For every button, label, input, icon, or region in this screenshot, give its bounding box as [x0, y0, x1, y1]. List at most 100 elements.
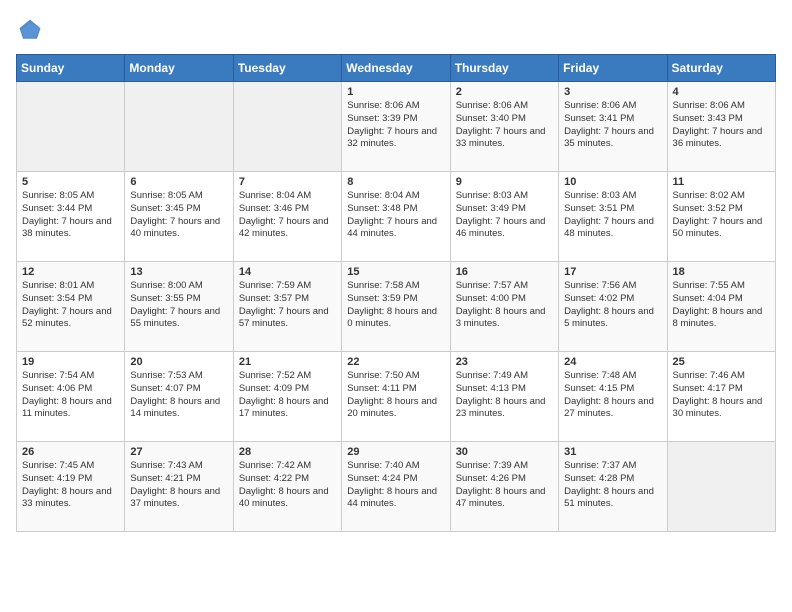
day-number: 9 — [456, 176, 553, 188]
header-row: SundayMondayTuesdayWednesdayThursdayFrid… — [17, 55, 776, 82]
day-number: 3 — [564, 86, 661, 98]
calendar-cell: 14 Sunrise: 7:59 AM Sunset: 3:57 PM Dayli… — [233, 262, 341, 352]
calendar-cell: 15 Sunrise: 7:58 AM Sunset: 3:59 PM Dayli… — [342, 262, 450, 352]
cell-content: Sunrise: 8:00 AM Sunset: 3:55 PM Dayligh… — [130, 280, 227, 331]
calendar-cell: 3 Sunrise: 8:06 AM Sunset: 3:41 PM Daylig… — [559, 82, 667, 172]
day-number: 23 — [456, 356, 553, 368]
week-row-4: 26 Sunrise: 7:45 AM Sunset: 4:19 PM Dayli… — [17, 442, 776, 532]
calendar-body: 1 Sunrise: 8:06 AM Sunset: 3:39 PM Daylig… — [17, 82, 776, 532]
day-number: 11 — [673, 176, 770, 188]
day-number: 6 — [130, 176, 227, 188]
day-number: 26 — [22, 446, 119, 458]
cell-content: Sunrise: 7:58 AM Sunset: 3:59 PM Dayligh… — [347, 280, 444, 331]
cell-content: Sunrise: 7:42 AM Sunset: 4:22 PM Dayligh… — [239, 460, 336, 511]
calendar-cell: 20Sunrise: 7:53 AM Sunset: 4:07 PM Dayli… — [125, 352, 233, 442]
logo — [16, 16, 48, 44]
calendar-table: SundayMondayTuesdayWednesdayThursdayFrid… — [16, 54, 776, 532]
header-cell-sunday: Sunday — [17, 55, 125, 82]
calendar-cell: 22Sunrise: 7:50 AM Sunset: 4:11 PM Dayli… — [342, 352, 450, 442]
calendar-cell: 12 Sunrise: 8:01 AM Sunset: 3:54 PM Dayli… — [17, 262, 125, 352]
cell-content: Sunrise: 7:37 AM Sunset: 4:28 PM Dayligh… — [564, 460, 661, 511]
day-number: 16 — [456, 266, 553, 278]
header-cell-wednesday: Wednesday — [342, 55, 450, 82]
calendar-cell — [17, 82, 125, 172]
day-number: 30 — [456, 446, 553, 458]
cell-content: Sunrise: 7:48 AM Sunset: 4:15 PM Dayligh… — [564, 370, 661, 421]
day-number: 24 — [564, 356, 661, 368]
calendar-cell: 13 Sunrise: 8:00 AM Sunset: 3:55 PM Dayli… — [125, 262, 233, 352]
cell-content: Sunrise: 8:03 AM Sunset: 3:49 PM Dayligh… — [456, 190, 553, 241]
calendar-cell: 16Sunrise: 7:57 AM Sunset: 4:00 PM Dayli… — [450, 262, 558, 352]
day-number: 27 — [130, 446, 227, 458]
calendar-header: SundayMondayTuesdayWednesdayThursdayFrid… — [17, 55, 776, 82]
calendar-cell: 5Sunrise: 8:05 AM Sunset: 3:44 PM Daylig… — [17, 172, 125, 262]
calendar-cell: 24 Sunrise: 7:48 AM Sunset: 4:15 PM Dayli… — [559, 352, 667, 442]
cell-content: Sunrise: 8:06 AM Sunset: 3:39 PM Dayligh… — [347, 100, 444, 151]
cell-content: Sunrise: 8:02 AM Sunset: 3:52 PM Dayligh… — [673, 190, 770, 241]
cell-content: Sunrise: 7:39 AM Sunset: 4:26 PM Dayligh… — [456, 460, 553, 511]
calendar-cell: 21 Sunrise: 7:52 AM Sunset: 4:09 PM Dayli… — [233, 352, 341, 442]
calendar-cell: 25 Sunrise: 7:46 AM Sunset: 4:17 PM Dayli… — [667, 352, 775, 442]
day-number: 13 — [130, 266, 227, 278]
calendar-cell — [667, 442, 775, 532]
page-header — [16, 16, 776, 44]
week-row-1: 5Sunrise: 8:05 AM Sunset: 3:44 PM Daylig… — [17, 172, 776, 262]
calendar-cell: 26 Sunrise: 7:45 AM Sunset: 4:19 PM Dayli… — [17, 442, 125, 532]
cell-content: Sunrise: 7:49 AM Sunset: 4:13 PM Dayligh… — [456, 370, 553, 421]
cell-content: Sunrise: 7:40 AM Sunset: 4:24 PM Dayligh… — [347, 460, 444, 511]
cell-content: Sunrise: 8:04 AM Sunset: 3:48 PM Dayligh… — [347, 190, 444, 241]
day-number: 29 — [347, 446, 444, 458]
calendar-cell: 2 Sunrise: 8:06 AM Sunset: 3:40 PM Daylig… — [450, 82, 558, 172]
calendar-cell: 17 Sunrise: 7:56 AM Sunset: 4:02 PM Dayli… — [559, 262, 667, 352]
header-cell-saturday: Saturday — [667, 55, 775, 82]
cell-content: Sunrise: 8:06 AM Sunset: 3:41 PM Dayligh… — [564, 100, 661, 151]
calendar-cell: 27 Sunrise: 7:43 AM Sunset: 4:21 PM Dayli… — [125, 442, 233, 532]
cell-content: Sunrise: 8:05 AM Sunset: 3:45 PM Dayligh… — [130, 190, 227, 241]
cell-content: Sunrise: 7:59 AM Sunset: 3:57 PM Dayligh… — [239, 280, 336, 331]
calendar-cell: 10 Sunrise: 8:03 AM Sunset: 3:51 PM Dayli… — [559, 172, 667, 262]
header-cell-tuesday: Tuesday — [233, 55, 341, 82]
day-number: 19 — [22, 356, 119, 368]
cell-content: Sunrise: 7:53 AM Sunset: 4:07 PM Dayligh… — [130, 370, 227, 421]
cell-content: Sunrise: 7:46 AM Sunset: 4:17 PM Dayligh… — [673, 370, 770, 421]
calendar-cell: 1 Sunrise: 8:06 AM Sunset: 3:39 PM Daylig… — [342, 82, 450, 172]
day-number: 22 — [347, 356, 444, 368]
day-number: 12 — [22, 266, 119, 278]
week-row-2: 12 Sunrise: 8:01 AM Sunset: 3:54 PM Dayli… — [17, 262, 776, 352]
day-number: 15 — [347, 266, 444, 278]
day-number: 17 — [564, 266, 661, 278]
calendar-cell: 9 Sunrise: 8:03 AM Sunset: 3:49 PM Daylig… — [450, 172, 558, 262]
calendar-cell: 18Sunrise: 7:55 AM Sunset: 4:04 PM Dayli… — [667, 262, 775, 352]
calendar-cell: 29 Sunrise: 7:40 AM Sunset: 4:24 PM Dayli… — [342, 442, 450, 532]
day-number: 1 — [347, 86, 444, 98]
logo-icon — [16, 16, 44, 44]
day-number: 25 — [673, 356, 770, 368]
calendar-cell: 4Sunrise: 8:06 AM Sunset: 3:43 PM Daylig… — [667, 82, 775, 172]
cell-content: Sunrise: 7:52 AM Sunset: 4:09 PM Dayligh… — [239, 370, 336, 421]
day-number: 10 — [564, 176, 661, 188]
calendar-cell: 28Sunrise: 7:42 AM Sunset: 4:22 PM Dayli… — [233, 442, 341, 532]
cell-content: Sunrise: 7:45 AM Sunset: 4:19 PM Dayligh… — [22, 460, 119, 511]
calendar-cell: 19Sunrise: 7:54 AM Sunset: 4:06 PM Dayli… — [17, 352, 125, 442]
calendar-cell: 6 Sunrise: 8:05 AM Sunset: 3:45 PM Daylig… — [125, 172, 233, 262]
cell-content: Sunrise: 7:43 AM Sunset: 4:21 PM Dayligh… — [130, 460, 227, 511]
cell-content: Sunrise: 8:01 AM Sunset: 3:54 PM Dayligh… — [22, 280, 119, 331]
cell-content: Sunrise: 8:04 AM Sunset: 3:46 PM Dayligh… — [239, 190, 336, 241]
calendar-cell — [125, 82, 233, 172]
day-number: 2 — [456, 86, 553, 98]
header-cell-monday: Monday — [125, 55, 233, 82]
day-number: 7 — [239, 176, 336, 188]
week-row-0: 1 Sunrise: 8:06 AM Sunset: 3:39 PM Daylig… — [17, 82, 776, 172]
cell-content: Sunrise: 8:03 AM Sunset: 3:51 PM Dayligh… — [564, 190, 661, 241]
calendar-cell: 7 Sunrise: 8:04 AM Sunset: 3:46 PM Daylig… — [233, 172, 341, 262]
calendar-cell: 23 Sunrise: 7:49 AM Sunset: 4:13 PM Dayli… — [450, 352, 558, 442]
header-cell-friday: Friday — [559, 55, 667, 82]
day-number: 14 — [239, 266, 336, 278]
cell-content: Sunrise: 7:56 AM Sunset: 4:02 PM Dayligh… — [564, 280, 661, 331]
day-number: 18 — [673, 266, 770, 278]
day-number: 31 — [564, 446, 661, 458]
day-number: 21 — [239, 356, 336, 368]
cell-content: Sunrise: 8:06 AM Sunset: 3:40 PM Dayligh… — [456, 100, 553, 151]
day-number: 4 — [673, 86, 770, 98]
cell-content: Sunrise: 8:05 AM Sunset: 3:44 PM Dayligh… — [22, 190, 119, 241]
